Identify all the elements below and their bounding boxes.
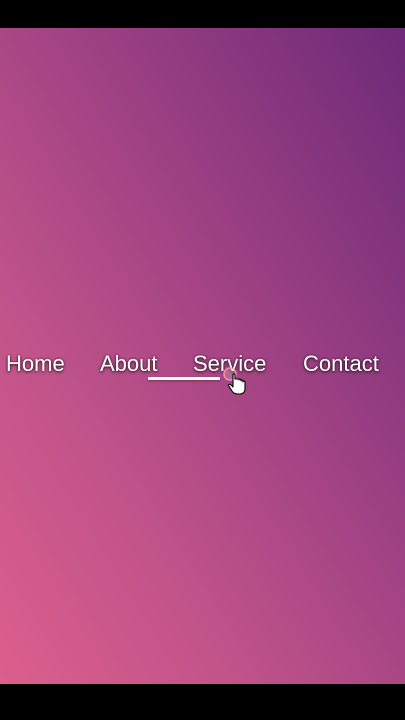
screen-frame: Home About Service Contact bbox=[0, 0, 405, 720]
nav-active-underline bbox=[148, 377, 220, 380]
gradient-background: Home About Service Contact bbox=[0, 28, 405, 684]
nav-link-home[interactable]: Home bbox=[6, 346, 65, 382]
nav-link-contact[interactable]: Contact bbox=[303, 346, 379, 382]
hand-pointer-icon bbox=[223, 367, 246, 395]
